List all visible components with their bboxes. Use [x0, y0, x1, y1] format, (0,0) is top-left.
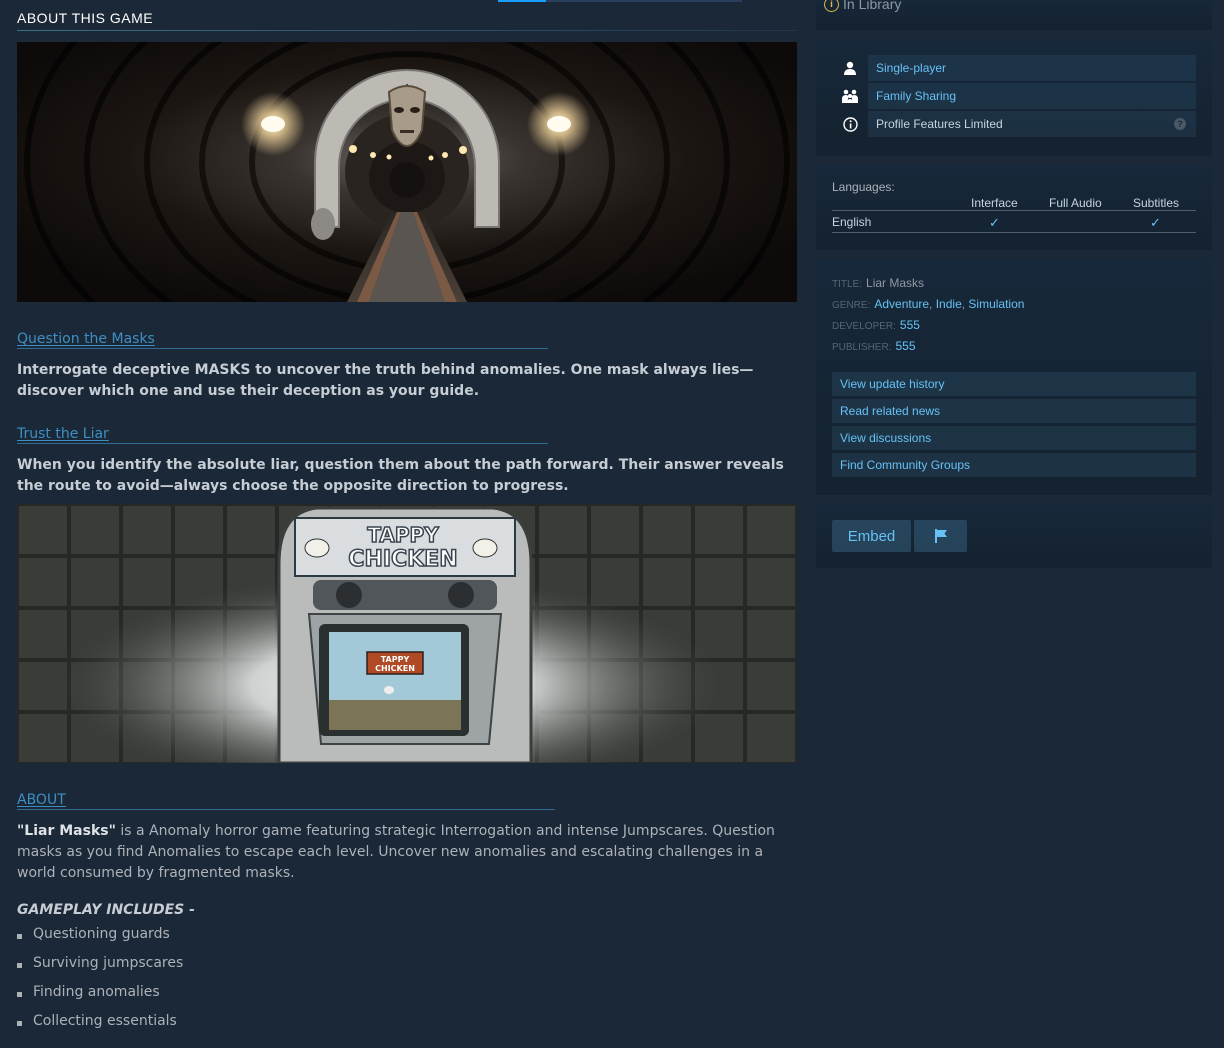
heading-about: ABOUT: [17, 792, 555, 810]
details-panel: TITLE: Liar Masks GENRE: Adventure, Indie,…: [816, 259, 1212, 495]
share-panel: Embed: [816, 504, 1212, 568]
tunnel-screenshot: [17, 42, 797, 302]
subtitles-check-icon: ✓: [1150, 215, 1161, 230]
developer-link[interactable]: 555: [900, 318, 920, 332]
gameplay-includes-title: GAMEPLAY INCLUDES -: [17, 902, 195, 918]
feature-single-player[interactable]: Single-player: [832, 55, 1196, 81]
in-library-label: In Library: [843, 0, 902, 12]
family-sharing-icon: [832, 83, 868, 109]
about-game-name: "Liar Masks": [17, 823, 116, 839]
flag-icon: [934, 529, 947, 543]
detail-genre: GENRE: Adventure, Indie, Simulation: [832, 297, 1025, 311]
languages-panel: Languages: Interface Full Audio Subtitle…: [816, 165, 1212, 250]
languages-header: Interface Full Audio Subtitles: [832, 195, 1196, 211]
library-status-panel: i In Library: [816, 0, 1212, 30]
language-row-english: English ✓ ✓: [832, 211, 1196, 233]
detail-title-value: Liar Masks: [866, 276, 925, 290]
find-community-groups-link[interactable]: Find Community Groups: [832, 453, 1196, 477]
language-name: English: [832, 215, 872, 229]
list-item: Surviving jumpscares: [17, 955, 183, 984]
detail-title: TITLE: Liar Masks: [832, 276, 924, 290]
single-player-icon: [832, 55, 868, 81]
detail-publisher: PUBLISHER: 555: [832, 339, 916, 353]
view-update-history-link[interactable]: View update history: [832, 372, 1196, 396]
feature-label: Profile Features Limited ?: [868, 111, 1196, 137]
column-interface: Interface: [971, 196, 1018, 210]
genre-link-indie[interactable]: Indie: [936, 297, 962, 311]
detail-developer: DEVELOPER: 555: [832, 318, 920, 332]
feature-profile-limited[interactable]: Profile Features Limited ?: [832, 111, 1196, 137]
interface-check-icon: ✓: [989, 215, 1000, 230]
embed-button[interactable]: Embed: [832, 520, 911, 552]
genre-link-simulation[interactable]: Simulation: [968, 297, 1024, 311]
tab-strip-active: [498, 0, 546, 2]
tab-strip: [498, 0, 742, 2]
report-button[interactable]: [914, 520, 967, 552]
arcade-screen-title-top: TAPPY: [381, 655, 410, 664]
paragraph-question-the-masks: Interrogate deceptive MASKS to uncover t…: [17, 362, 754, 399]
about-section-title: ABOUT THIS GAME: [17, 10, 797, 31]
arcade-screen-title-bottom: CHICKEN: [375, 664, 415, 673]
info-icon: [832, 111, 868, 137]
heading-question-the-masks: Question the Masks: [17, 331, 548, 349]
list-item: Questioning guards: [17, 926, 183, 955]
read-related-news-link[interactable]: Read related news: [832, 399, 1196, 423]
detail-genre-label: GENRE:: [832, 300, 871, 311]
column-subtitles: Subtitles: [1133, 196, 1180, 210]
in-library-status: i In Library: [824, 0, 901, 12]
languages-title: Languages:: [832, 180, 895, 194]
feature-label-text: Profile Features Limited: [876, 117, 1003, 131]
list-item: Collecting essentials: [17, 1013, 183, 1042]
paragraph-about: "Liar Masks" is a Anomaly horror game fe…: [17, 821, 797, 884]
view-discussions-link[interactable]: View discussions: [832, 426, 1196, 450]
info-circle-icon: i: [824, 0, 839, 12]
arcade-title-top: TAPPY: [367, 523, 439, 547]
arcade-screenshot: TAPPY CHICKEN TAPPY CHICKEN: [17, 504, 797, 763]
help-icon[interactable]: ?: [1174, 118, 1186, 130]
feature-label: Family Sharing: [868, 83, 1196, 109]
gameplay-list: Questioning guards Surviving jumpscares …: [17, 926, 183, 1042]
features-panel: Single-player Family Sharing Profile Fea…: [816, 39, 1212, 156]
paragraph-trust-the-liar: When you identify the absolute liar, que…: [17, 457, 784, 494]
about-text: is a Anomaly horror game featuring strat…: [17, 823, 775, 881]
heading-trust-the-liar: Trust the Liar: [17, 426, 548, 444]
detail-developer-label: DEVELOPER:: [832, 321, 896, 332]
feature-family-sharing[interactable]: Family Sharing: [832, 83, 1196, 109]
arcade-title-bottom: CHICKEN: [348, 547, 457, 572]
genre-link-adventure[interactable]: Adventure: [874, 297, 929, 311]
detail-title-label: TITLE:: [832, 279, 863, 290]
detail-publisher-label: PUBLISHER:: [832, 342, 892, 353]
languages-table: Interface Full Audio Subtitles English ✓…: [832, 195, 1196, 233]
column-full-audio: Full Audio: [1049, 196, 1102, 210]
list-item: Finding anomalies: [17, 984, 183, 1013]
publisher-link[interactable]: 555: [895, 339, 915, 353]
feature-label: Single-player: [868, 55, 1196, 81]
